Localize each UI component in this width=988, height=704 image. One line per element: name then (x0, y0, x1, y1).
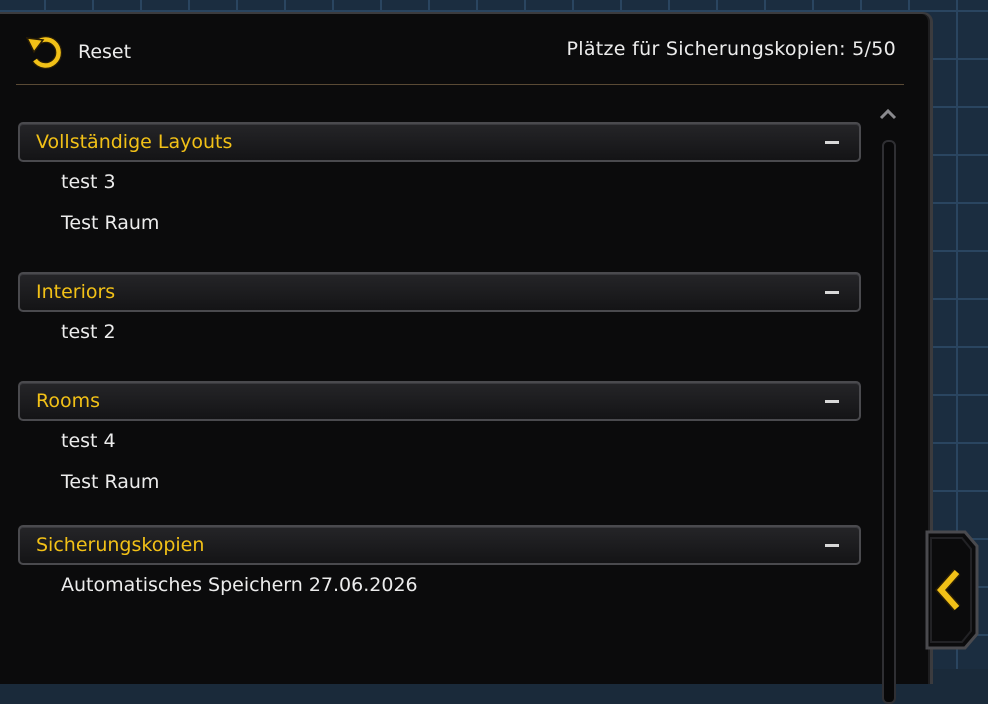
undo-arrow-icon (26, 36, 63, 69)
group-full-layouts: Vollständige Layouts test 3 Test Raum (18, 122, 861, 244)
group-header[interactable]: Vollständige Layouts (18, 122, 861, 162)
minus-icon[interactable] (825, 141, 839, 144)
list-item[interactable]: test 2 (18, 312, 861, 353)
list-item[interactable]: test 4 (18, 421, 861, 462)
group-rooms: Rooms test 4 Test Raum (18, 381, 861, 503)
minus-icon[interactable] (825, 544, 839, 547)
minus-icon[interactable] (825, 291, 839, 294)
group-header[interactable]: Sicherungskopien (18, 525, 861, 565)
group-interiors: Interiors test 2 (18, 272, 861, 353)
panel-header: Reset Plätze für Sicherungskopien: 5/50 (16, 14, 904, 85)
group-title: Rooms (36, 390, 101, 412)
group-header[interactable]: Interiors (18, 272, 861, 312)
side-collapse-tab[interactable] (925, 530, 979, 650)
list-item[interactable]: Automatisches Speichern 27.06.2026 (18, 565, 861, 606)
list-item[interactable]: Test Raum (18, 462, 861, 503)
backup-slots-count: Plätze für Sicherungskopien: 5/50 (566, 38, 896, 60)
scrollbar[interactable] (878, 104, 898, 704)
group-header[interactable]: Rooms (18, 381, 861, 421)
group-title: Vollständige Layouts (36, 131, 233, 153)
group-title: Sicherungskopien (36, 534, 205, 556)
group-title: Interiors (36, 281, 116, 303)
layout-list-panel: Reset Plätze für Sicherungskopien: 5/50 … (0, 12, 933, 704)
scroll-track[interactable] (882, 140, 896, 704)
minus-icon[interactable] (825, 400, 839, 403)
list-item[interactable]: Test Raum (18, 203, 861, 244)
reset-label: Reset (78, 41, 132, 63)
group-backups: Sicherungskopien Automatisches Speichern… (18, 525, 861, 606)
list-item[interactable]: test 3 (18, 162, 861, 203)
layout-list: Vollständige Layouts test 3 Test Raum In… (18, 122, 861, 606)
reset-button[interactable]: Reset (26, 34, 131, 70)
chevron-up-icon[interactable] (878, 104, 898, 124)
